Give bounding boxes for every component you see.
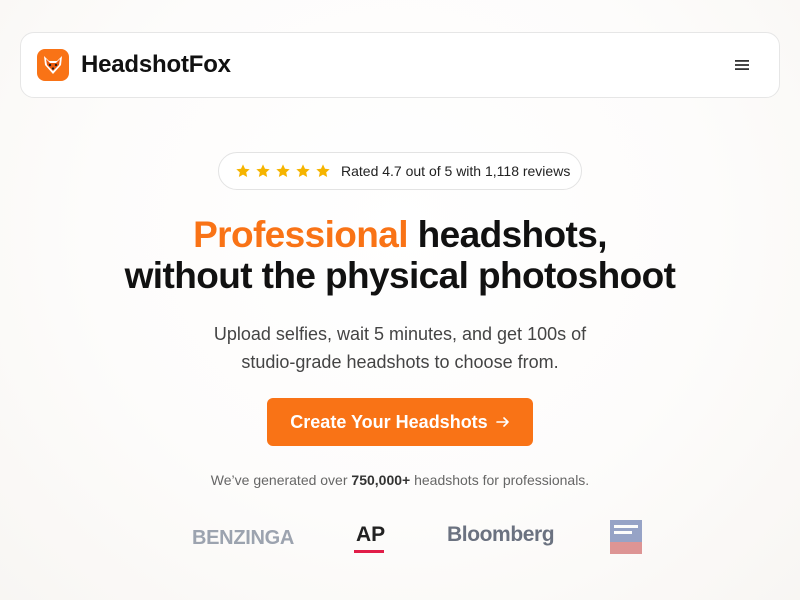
bloomberg-logo: Bloomberg [447,523,555,546]
ap-logo-underline [354,550,384,553]
stat-count: 750,000+ [351,472,411,488]
headline-accent: Professional [193,214,408,255]
star-icon [236,164,250,177]
generated-count-text: We’ve generated over 750,000+ headshots … [0,472,800,488]
fox-logo-icon[interactable] [37,49,69,81]
hamburger-menu-button[interactable] [725,48,759,82]
cta-label: Create Your Headshots [290,411,488,432]
headline-line-2: without the physical photoshoot [124,255,676,296]
rating-stars [235,163,331,179]
star-icon [316,164,330,177]
hero-headline: Professional headshots, without the phys… [0,214,800,296]
subheadline-line-1: Upload selfies, wait 5 minutes, and get … [213,324,587,344]
stat-suffix: headshots for professionals. [410,472,590,488]
hero-subheadline: Upload selfies, wait 5 minutes, and get … [0,320,800,376]
ap-logo: AP [356,523,386,546]
create-headshots-button[interactable]: Create Your Headshots [267,398,533,446]
hamburger-menu-icon [735,60,749,70]
rating-badge: Rated 4.7 out of 5 with 1,118 reviews [218,152,582,190]
rating-text: Rated 4.7 out of 5 with 1,118 reviews [341,163,571,179]
star-icon [296,164,310,177]
top-navbar: HeadshotFox [20,32,780,98]
subheadline-line-2: studio-grade headshots to choose from. [241,352,559,372]
arrow-right-icon [495,417,509,427]
headline-rest: headshots, [407,214,608,255]
stat-prefix: We’ve generated over [210,472,352,488]
benzinga-logo: BENZINGA [192,527,295,549]
star-icon [276,164,290,177]
brand-name[interactable]: HeadshotFox [81,51,231,79]
star-icon [256,164,270,177]
fox-news-logo [610,520,642,554]
press-logos: BENZINGA AP Bloomberg [0,518,800,558]
